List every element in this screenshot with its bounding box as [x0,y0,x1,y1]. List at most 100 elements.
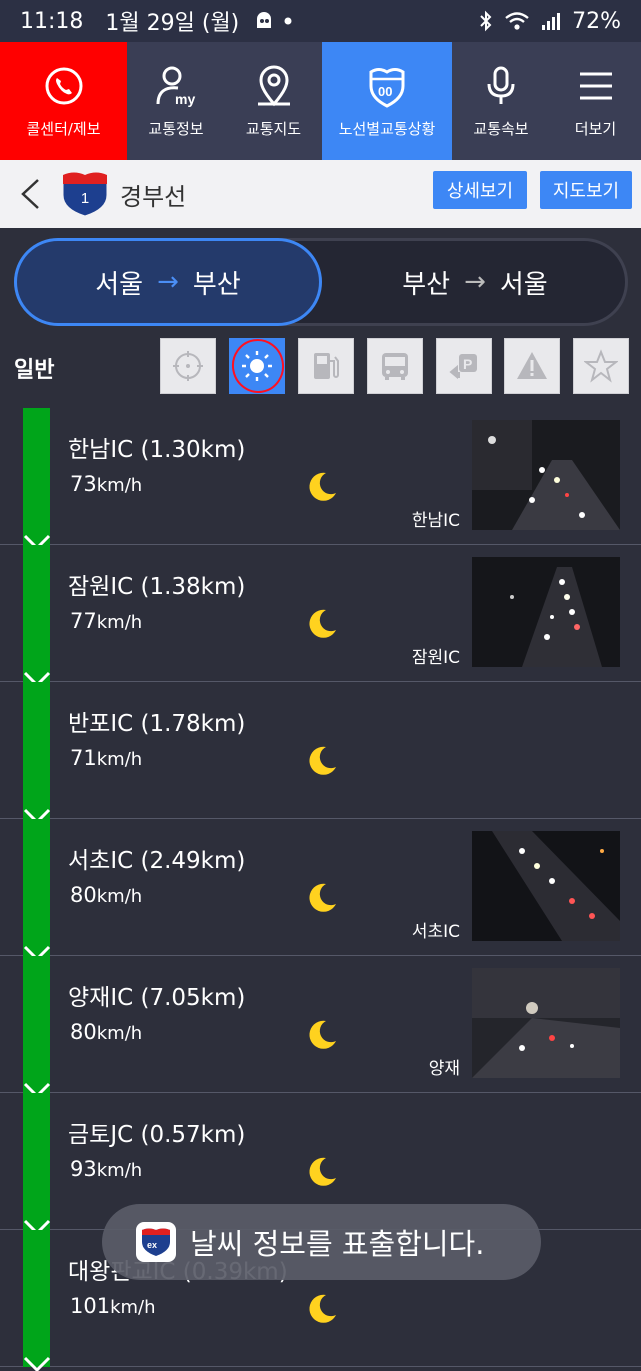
traffic-flow-bar [23,1230,50,1367]
warning-icon [517,352,547,379]
nav-traffic-news[interactable]: 교통속보 [452,42,550,160]
svg-text:P: P [463,356,472,372]
microphone-icon [487,66,515,104]
signal-icon [542,13,561,30]
section-speed: 80km/h [70,1020,143,1044]
chevron-left-icon [21,179,39,209]
filter-favorite-button[interactable] [573,338,629,394]
moon-icon [309,746,336,775]
detail-view-button[interactable]: 상세보기 [433,171,527,209]
list-item[interactable]: 한남IC (1.30km) 73km/h 한남IC [0,408,641,551]
cctv-label: 잠원IC [411,648,460,668]
nav-call-center[interactable]: 콜센터/제보 [0,42,127,160]
my-user-icon: my [156,66,195,107]
section-speed: 71km/h [70,746,143,770]
cctv-thumbnail[interactable] [472,968,620,1078]
nav-more-label: 더보기 [574,119,617,138]
rest-area-parking-icon: P [449,354,477,380]
traffic-flow-bar [23,956,50,1093]
moon-icon [309,883,336,912]
list-item[interactable]: 잠원IC (1.38km) 77km/h 잠원IC [0,545,641,688]
section-title: 서초IC (2.49km) [68,848,246,874]
filter-bar: 일반 P [0,336,641,398]
moon-icon [309,609,336,638]
cctv-image-icon [472,831,620,941]
location-target-icon [173,351,203,381]
moon-icon [309,1020,336,1049]
cctv-image-icon [472,968,620,1078]
cctv-label: 한남IC [411,511,460,531]
chevron-down-icon [23,1356,51,1371]
list-item[interactable]: 반포IC (1.78km) 71km/h [0,682,641,825]
map-view-button[interactable]: 지도보기 [540,171,632,209]
list-item[interactable]: 양재IC (7.05km) 80km/h 양재 [0,956,641,1099]
nav-traffic-info-label: 교통정보 [148,119,204,138]
traffic-flow-bar [23,682,50,819]
cctv-image-icon [472,557,620,667]
nav-route-status[interactable]: 00 노선별교통상황 [322,42,452,160]
cctv-image-icon [472,420,620,530]
route-shield-number: 1 [80,190,90,207]
filter-gas-station-button[interactable] [298,338,354,394]
notification-app-icon [257,12,272,28]
filter-rest-area-button[interactable]: P [436,338,492,394]
map-pin-icon [257,65,290,106]
traffic-flow-bar [23,408,50,545]
filter-weather-button[interactable] [229,338,285,394]
back-button[interactable] [10,174,50,214]
gas-station-icon [314,353,339,379]
toast-text: 날씨 정보를 표출합니다. [190,1227,485,1261]
section-speed: 77km/h [70,609,143,633]
direction-toggle: 서울 → 부산 부산 → 서울 [14,238,628,326]
direction-busan-seoul[interactable]: 부산 → 서울 [325,241,625,323]
menu-icon [579,72,612,99]
direction-seoul-busan[interactable]: 서울 → 부산 [14,238,322,326]
section-title: 잠원IC (1.38km) [68,574,246,600]
nav-traffic-map[interactable]: 교통지도 [225,42,322,160]
direction-to: 부산 [192,269,241,300]
section-title: 한남IC (1.30km) [68,437,246,463]
route-header: 1 경부선 상세보기 지도보기 [0,160,641,228]
section-speed: 101km/h [70,1294,156,1318]
nav-call-center-label: 콜센터/제보 [26,119,101,138]
section-speed: 80km/h [70,883,143,907]
svg-text:my: my [175,91,195,107]
direction-arrow-icon: → [464,267,486,297]
nav-traffic-info[interactable]: my 교통정보 [127,42,225,160]
bluetooth-icon [480,10,492,32]
battery-percent: 72% [572,8,621,34]
filter-bus-button[interactable] [367,338,423,394]
direction-from: 서울 [95,269,144,300]
section-speed: 93km/h [70,1157,143,1181]
wifi-icon [505,12,529,30]
list-item[interactable]: 서초IC (2.49km) 80km/h 서초IC [0,819,641,962]
moon-icon [309,1294,336,1323]
route-name: 경부선 [120,182,187,211]
section-title: 금토JC (0.57km) [68,1122,246,1148]
filter-location-button[interactable] [160,338,216,394]
cctv-thumbnail[interactable] [472,831,620,941]
nav-route-status-label: 노선별교통상황 [338,119,436,138]
section-speed: 73km/h [70,472,143,496]
route-shield-badge: 1 [60,171,110,217]
moon-icon [309,472,336,501]
cctv-thumbnail[interactable] [472,420,620,530]
direction-from: 부산 [402,269,451,300]
dot-icon [284,17,292,25]
filter-label: 일반 [14,358,55,383]
cctv-thumbnail[interactable] [472,557,620,667]
traffic-flow-bar [23,545,50,682]
bus-icon [382,353,408,380]
app-root: 11:18 1월 29일 (월) 72% 콜센터/제보 my 교통정보 교통지도… [0,0,641,1371]
nav-traffic-map-label: 교통지도 [245,119,302,138]
star-icon [584,349,618,383]
direction-to: 서울 [499,269,548,300]
nav-traffic-news-label: 교통속보 [473,119,529,138]
section-title: 반포IC (1.78km) [68,711,246,737]
filter-incident-button[interactable] [504,338,560,394]
nav-more[interactable]: 더보기 [550,42,641,160]
svg-text:ex: ex [147,1240,157,1250]
status-date: 1월 29일 (월) [105,11,240,36]
status-time: 11:18 [20,8,84,34]
traffic-flow-bar [23,819,50,956]
